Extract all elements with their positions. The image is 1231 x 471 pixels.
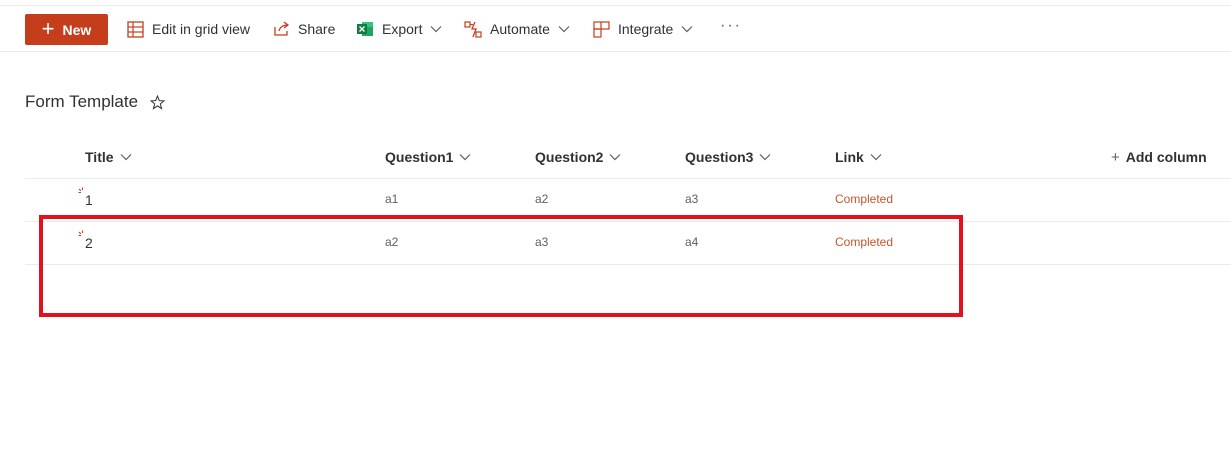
star-icon[interactable]: [150, 94, 166, 110]
share-button[interactable]: Share: [273, 18, 335, 40]
export-button[interactable]: Export: [357, 18, 442, 40]
automate-button[interactable]: Automate: [464, 18, 570, 40]
chevron-down-icon: [609, 153, 621, 161]
more-icon[interactable]: ···: [720, 17, 742, 35]
column-header-label: Title: [85, 149, 114, 165]
chevron-down-icon: [459, 153, 471, 161]
add-column-label: Add column: [1125, 149, 1207, 165]
page-title: Form Template: [25, 92, 139, 111]
export-label: Export: [382, 21, 423, 37]
add-column-button[interactable]: + Add column: [1111, 148, 1207, 166]
plus-icon: +: [41, 15, 55, 41]
share-icon: [273, 21, 290, 37]
command-bar: + New Edit in grid view Share Export Aut…: [0, 6, 1231, 52]
column-header-question2[interactable]: Question2: [535, 148, 621, 166]
cell-question1: a1: [385, 192, 399, 206]
chevron-down-icon: [120, 153, 132, 161]
column-header-link[interactable]: Link: [835, 148, 882, 166]
excel-icon: [357, 21, 374, 37]
chevron-down-icon: [558, 25, 570, 33]
integrate-label: Integrate: [618, 21, 674, 37]
chevron-down-icon: [870, 153, 882, 161]
column-header-question1[interactable]: Question1: [385, 148, 471, 166]
integrate-button[interactable]: Integrate: [593, 18, 693, 40]
column-header-label: Question2: [535, 149, 604, 165]
edit-grid-view-button[interactable]: Edit in grid view: [127, 18, 250, 40]
chevron-down-icon: [681, 25, 693, 33]
column-header-label: Link: [835, 149, 864, 165]
plus-icon: +: [1111, 148, 1120, 166]
new-button-label: New: [62, 21, 92, 38]
share-label: Share: [298, 21, 336, 37]
edit-grid-view-label: Edit in grid view: [152, 21, 251, 37]
automate-icon: [464, 20, 482, 38]
chevron-down-icon: [759, 153, 771, 161]
list-header: Form Template: [25, 90, 166, 114]
integrate-icon: [593, 20, 610, 38]
highlight-annotation: [39, 215, 963, 317]
cell-question2: a2: [535, 192, 549, 206]
column-header-label: Question3: [685, 149, 754, 165]
column-header-label: Question1: [385, 149, 454, 165]
new-button[interactable]: + New: [25, 14, 108, 45]
column-header-title[interactable]: Title: [85, 148, 132, 166]
cell-link[interactable]: Completed: [835, 192, 893, 206]
chevron-down-icon: [430, 25, 442, 33]
grid-icon: [127, 20, 144, 38]
row-title[interactable]: 1: [85, 192, 93, 208]
column-header-question3[interactable]: Question3: [685, 148, 771, 166]
cell-question3: a3: [685, 192, 699, 206]
automate-label: Automate: [490, 21, 550, 37]
